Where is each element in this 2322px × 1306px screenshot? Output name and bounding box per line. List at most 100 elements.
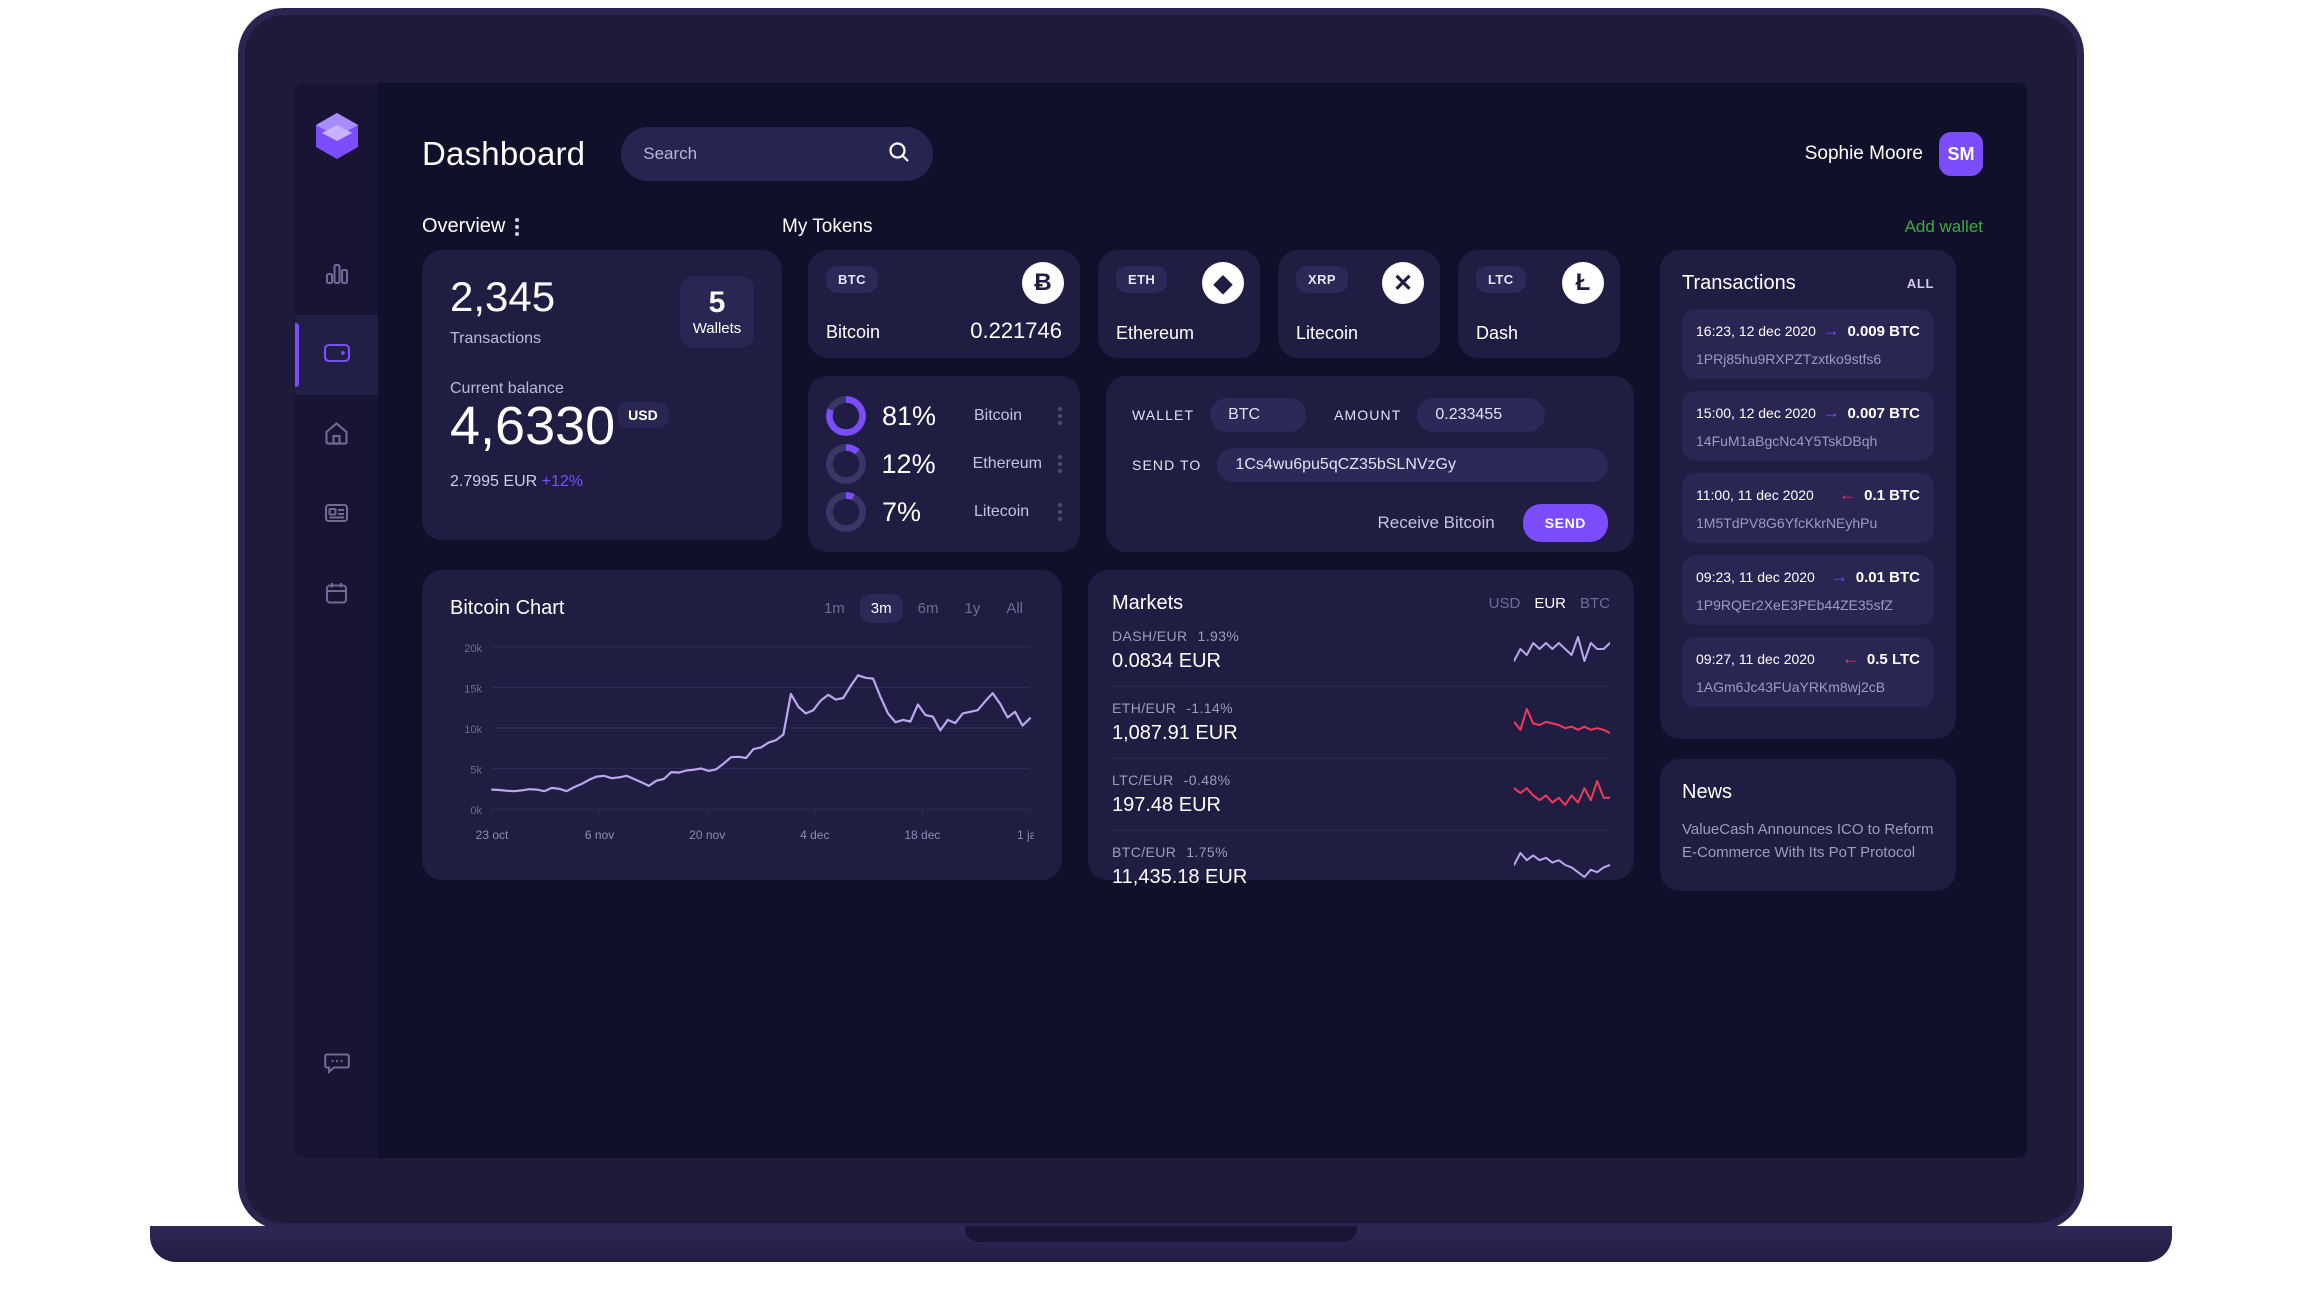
user-menu[interactable]: Sophie Moore SM <box>1805 132 1983 176</box>
market-row[interactable]: DASH/EUR 1.93% 0.0834 EUR <box>1112 615 1611 686</box>
sidebar-item-wallet[interactable] <box>295 315 378 395</box>
distribution-more-icon[interactable] <box>1058 503 1062 521</box>
dash-coin-icon: Ł <box>1562 262 1604 304</box>
chart-range-3m[interactable]: 3m <box>859 594 903 623</box>
overview-more-icon[interactable] <box>515 217 520 236</box>
avatar[interactable]: SM <box>1939 132 1983 176</box>
distribution-more-icon[interactable] <box>1058 407 1062 425</box>
receive-link[interactable]: Receive Bitcoin <box>1378 513 1495 533</box>
send-card: WALLET AMOUNT SEND TO <box>1106 376 1634 552</box>
left-column: 2,345 Transactions 5 Wallets Current bal… <box>422 250 1634 891</box>
market-change: 1.75% <box>1186 844 1228 860</box>
token-card[interactable]: BTC Ƀ Bitcoin 0.221746 <box>808 250 1080 358</box>
market-row[interactable]: BTC/EUR 1.75% 11,435.18 EUR <box>1112 830 1611 902</box>
transaction-direction-arrow-icon: ← <box>1839 485 1857 504</box>
amount-input[interactable] <box>1417 398 1546 432</box>
transaction-date: 16:23, 12 dec 2020 <box>1696 323 1816 339</box>
svg-text:15k: 15k <box>464 684 482 696</box>
transaction-row[interactable]: 09:27, 11 dec 2020 ← 0.5 LTC 1AGm6Jc43FUaYR… <box>1682 637 1934 707</box>
wallet-label: WALLET <box>1132 407 1195 423</box>
main-content: Dashboard Sophie Moore SM <box>378 83 2027 1158</box>
market-sparkline <box>1513 847 1611 886</box>
transaction-date: 15:00, 12 dec 2020 <box>1696 405 1816 421</box>
litecoin-coin-icon: ✕ <box>1382 262 1424 304</box>
wallets-count: 5 <box>708 285 726 319</box>
transactions-filter[interactable]: ALL <box>1907 276 1934 291</box>
amount-label: AMOUNT <box>1334 407 1402 423</box>
news-card-icon <box>323 501 350 530</box>
markets-title: Markets <box>1112 592 1184 614</box>
transaction-row[interactable]: 09:23, 11 dec 2020 → 0.01 BTC 1P9RQEr2XeE3P… <box>1682 555 1934 625</box>
news-headline[interactable]: ValueCash Announces ICO to Reform E-Comm… <box>1682 818 1934 865</box>
svg-text:4 dec: 4 dec <box>800 828 829 842</box>
distribution-row: 12% Ethereum <box>826 444 1062 484</box>
token-card[interactable]: LTC Ł Dash <box>1458 250 1620 358</box>
row-distribution-send: 81% Bitcoin 12% Ethereum 7% Litecoin WALLET A… <box>808 376 1634 552</box>
svg-text:10k: 10k <box>464 724 482 736</box>
bar-chart-icon <box>324 260 350 291</box>
distribution-name: Ethereum <box>972 455 1042 472</box>
distribution-ring <box>826 396 866 436</box>
add-wallet-link[interactable]: Add wallet <box>1905 217 1983 237</box>
svg-text:0k: 0k <box>470 805 482 817</box>
transaction-address: 1AGm6Jc43FUaYRKm8wj2cB <box>1696 679 1886 695</box>
wallet-input[interactable] <box>1210 398 1307 432</box>
transaction-date: 09:23, 11 dec 2020 <box>1696 569 1815 585</box>
token-symbol: XRP <box>1296 266 1348 293</box>
token-name: Litecoin <box>1296 323 1359 343</box>
search-bar[interactable] <box>621 127 934 181</box>
markets-tab-BTC[interactable]: BTC <box>1580 595 1610 612</box>
distribution-percent: 7% <box>882 496 922 527</box>
market-sparkline <box>1513 703 1611 742</box>
my-tokens-label: My Tokens <box>782 215 873 237</box>
content-columns: 2,345 Transactions 5 Wallets Current bal… <box>422 250 1983 891</box>
sidebar-item-messages[interactable] <box>295 1024 378 1104</box>
chart-range-1y[interactable]: 1y <box>953 594 991 623</box>
sidebar-item-calendar[interactable] <box>295 555 378 635</box>
market-row[interactable]: LTC/EUR -0.48% 197.48 EUR <box>1112 758 1611 830</box>
svg-text:23 oct: 23 oct <box>476 828 509 842</box>
markets-tab-EUR[interactable]: EUR <box>1534 595 1566 612</box>
screenshot-stage: Dashboard Sophie Moore SM <box>0 0 2322 1306</box>
chart-plot: 0k 5k 10k 15k 20k 23 oct 6 nov 20 nov 4 dec 18 de… <box>450 641 1034 851</box>
token-card[interactable]: XRP ✕ Litecoin <box>1278 250 1440 358</box>
distribution-more-icon[interactable] <box>1058 455 1062 473</box>
transaction-row[interactable]: 15:00, 12 dec 2020 → 0.007 BTC 14FuM1aBgcNc… <box>1682 391 1934 461</box>
distribution-row: 81% Bitcoin <box>826 396 1062 436</box>
search-input[interactable] <box>643 144 888 164</box>
right-column: Transactions ALL 16:23, 12 dec 2020 → 0.00… <box>1660 250 1956 891</box>
transaction-amount: 0.1 BTC <box>1864 486 1920 504</box>
page-title: Dashboard <box>422 135 586 172</box>
market-change: -0.48% <box>1183 772 1231 788</box>
transaction-row[interactable]: 16:23, 12 dec 2020 → 0.009 BTC 1PRj85hu9RXP… <box>1682 309 1934 379</box>
market-row[interactable]: ETH/EUR -1.14% 1,087.91 EUR <box>1112 686 1611 758</box>
sidebar-item-analytics[interactable] <box>295 235 378 315</box>
wallets-badge[interactable]: 5 Wallets <box>680 276 754 348</box>
wallets-label: Wallets <box>692 319 742 337</box>
markets-tab-USD[interactable]: USD <box>1489 595 1521 612</box>
sidebar-nav <box>295 235 378 635</box>
ethereum-coin-icon: ◆ <box>1202 262 1244 304</box>
token-card[interactable]: ETH ◆ Ethereum <box>1098 250 1260 358</box>
markets-card: Markets USD EUR BTC DASH/EUR 1.93% 0.0834 EU… <box>1088 570 1634 888</box>
send-to-input[interactable] <box>1217 448 1608 482</box>
transaction-amount: 0.009 BTC <box>1847 322 1920 340</box>
sidebar-item-news[interactable] <box>295 475 378 555</box>
wallet-icon <box>322 340 352 371</box>
transaction-row[interactable]: 11:00, 11 dec 2020 ← 0.1 BTC 1M5TdPV8G6YfcK… <box>1682 473 1934 543</box>
market-price: 11,435.18 EUR <box>1112 866 1248 888</box>
user-name: Sophie Moore <box>1804 143 1923 164</box>
chart-range-6m[interactable]: 6m <box>907 594 950 623</box>
balance-currency-badge[interactable]: USD <box>617 402 669 428</box>
token-symbol: LTC <box>1476 266 1526 293</box>
search-icon[interactable] <box>887 140 911 169</box>
row-overview-tokens: 2,345 Transactions 5 Wallets Current bal… <box>422 250 1634 552</box>
sidebar-item-home[interactable] <box>295 395 378 475</box>
chart-range-1m[interactable]: 1m <box>813 594 856 623</box>
chart-range-All[interactable]: All <box>995 594 1034 623</box>
market-pair: BTC/EUR 1.75% <box>1112 844 1228 860</box>
send-button[interactable]: SEND <box>1522 504 1608 542</box>
distribution-ring <box>826 444 866 484</box>
token-list: BTC Ƀ Bitcoin 0.221746 ETH ◆ Ethereum XRP ✕ Litec… <box>808 250 1634 358</box>
section-headers: Overview My Tokens Add wallet <box>422 215 1983 238</box>
